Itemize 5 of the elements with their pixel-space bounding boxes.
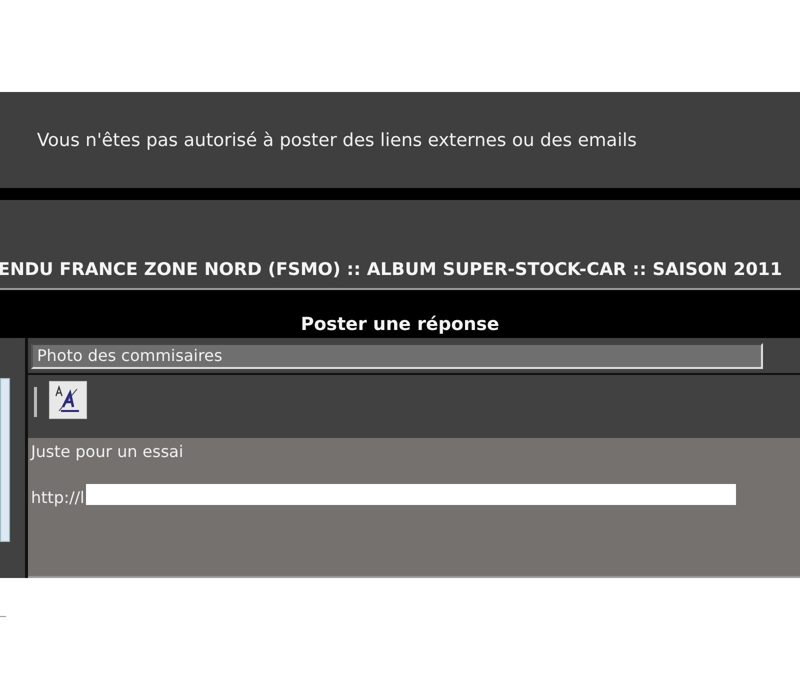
notice-text: Vous n'êtes pas autorisé à poster des liens externes ou des emails: [37, 130, 637, 150]
toolbar-separator: [34, 387, 37, 417]
subject-field[interactable]: Photo des commisaires: [31, 342, 763, 368]
font-button[interactable]: [49, 381, 87, 419]
form-title: Poster une réponse: [300, 314, 500, 334]
